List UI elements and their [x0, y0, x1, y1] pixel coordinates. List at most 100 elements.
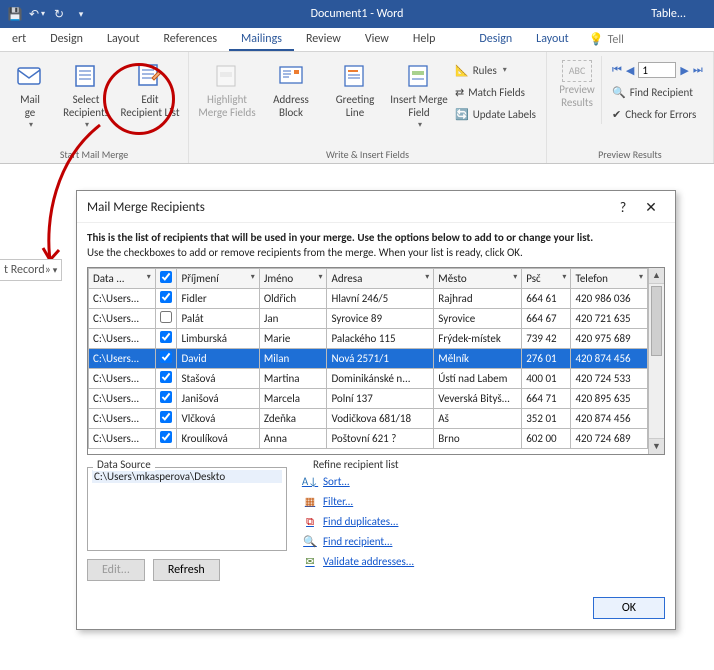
- row-checkbox[interactable]: [160, 311, 172, 323]
- col-adresa[interactable]: Adresa▾: [327, 268, 434, 288]
- row-checkbox[interactable]: [160, 291, 172, 303]
- scroll-down-icon[interactable]: ▼: [649, 438, 664, 454]
- ok-button[interactable]: OK: [593, 597, 665, 619]
- update-labels-label: Update Labels: [473, 108, 536, 121]
- save-icon[interactable]: 💾: [6, 5, 24, 23]
- refresh-button[interactable]: Refresh: [153, 559, 220, 581]
- validate-icon: ✉: [303, 555, 317, 569]
- prev-record-icon[interactable]: ◀: [626, 64, 634, 77]
- mail-merge-recipients-dialog: Mail Merge Recipients ? ✕ This is the li…: [76, 190, 676, 630]
- grid-scrollbar[interactable]: ▲ ▼: [648, 268, 664, 454]
- tell-me[interactable]: 💡 Tell: [581, 28, 632, 51]
- col-telefon[interactable]: Telefon▾: [571, 268, 648, 288]
- table-row[interactable]: C:\Users...VlčkováZdeňkaVodičkova 681/18…: [89, 408, 648, 428]
- edit-recipient-list-button[interactable]: Edit Recipient List: [118, 56, 182, 121]
- window-title: Document1 - Word: [311, 7, 404, 21]
- ribbon-tabs: ert Design Layout References Mailings Re…: [0, 28, 714, 52]
- address-block-button[interactable]: Address Block: [259, 56, 323, 121]
- redo-icon[interactable]: ↻: [50, 5, 68, 23]
- check-errors-icon: ✔: [612, 108, 621, 121]
- title-bar: 💾 ↶▾ ↻ ▾ Document1 - Word Table...: [0, 0, 714, 28]
- tab-design[interactable]: Design: [38, 28, 95, 51]
- scroll-up-icon[interactable]: ▲: [649, 268, 664, 284]
- col-mesto[interactable]: Město▾: [434, 268, 522, 288]
- edit-data-source-button[interactable]: Edit...: [87, 559, 145, 581]
- table-row[interactable]: C:\Users...StašováMartinaDominikánské n.…: [89, 368, 648, 388]
- dialog-titlebar: Mail Merge Recipients ? ✕: [77, 191, 675, 223]
- rules-icon: 📐: [455, 64, 469, 77]
- start-mail-merge-button[interactable]: Mail ge ▾: [6, 56, 54, 132]
- scroll-thumb[interactable]: [651, 286, 662, 356]
- close-button[interactable]: ✕: [637, 199, 665, 216]
- tab-references[interactable]: References: [151, 28, 229, 51]
- match-fields-button[interactable]: ⇄ Match Fields: [451, 82, 540, 102]
- first-record-icon[interactable]: ⏮: [612, 63, 622, 77]
- col-include-all[interactable]: [155, 268, 177, 288]
- chevron-down-icon: ▾: [83, 121, 89, 130]
- last-record-icon[interactable]: ⏭: [693, 63, 703, 77]
- col-prijmeni[interactable]: Příjmení▾: [177, 268, 259, 288]
- insert-merge-field-button[interactable]: Insert Merge Field ▾: [387, 56, 451, 132]
- select-recipients-label: Select Recipients: [63, 94, 109, 119]
- undo-icon[interactable]: ↶▾: [28, 5, 46, 23]
- col-data-source[interactable]: Data ...▾: [89, 268, 156, 288]
- table-row[interactable]: C:\Users...LimburskáMariePalackého 115Fr…: [89, 328, 648, 348]
- rules-button[interactable]: 📐 Rules ▾: [451, 60, 540, 80]
- row-checkbox[interactable]: [160, 331, 172, 343]
- table-row[interactable]: C:\Users...DavidMilanNová 2571/1Mělník27…: [89, 348, 648, 368]
- tab-table-design[interactable]: Design: [467, 28, 524, 51]
- row-checkbox[interactable]: [160, 351, 172, 363]
- lightbulb-icon: 💡: [589, 32, 604, 47]
- col-psc[interactable]: Psč▾: [522, 268, 571, 288]
- find-duplicates-link[interactable]: ⧉Find duplicates...: [303, 515, 665, 529]
- preview-results-button[interactable]: ABC Preview Results: [553, 56, 601, 111]
- filter-icon: ▦: [303, 495, 317, 509]
- previous-record-fragment[interactable]: t Record» ▾: [0, 259, 62, 281]
- select-recipients-button[interactable]: Select Recipients ▾: [54, 56, 118, 132]
- highlight-icon: [211, 60, 243, 92]
- sort-icon: A↓: [303, 475, 317, 489]
- rules-label: Rules: [473, 64, 497, 77]
- update-labels-button[interactable]: 🔄 Update Labels: [451, 104, 540, 124]
- validate-addresses-link[interactable]: ✉Validate addresses...: [303, 555, 665, 569]
- preview-results-label: Preview Results: [559, 84, 595, 109]
- next-record-icon[interactable]: ▶: [680, 64, 688, 77]
- check-errors-button[interactable]: ✔ Check for Errors: [608, 104, 707, 124]
- find-recipient-link[interactable]: 🔍Find recipient...: [303, 535, 665, 549]
- chevron-down-icon: ▾: [416, 121, 422, 130]
- header-checkbox[interactable]: [160, 271, 172, 283]
- group-start-mail-merge: Mail ge ▾ Select Recipients ▾ Edit Recip…: [0, 52, 189, 163]
- greeting-line-button[interactable]: Greeting Line: [323, 56, 387, 121]
- data-source-list[interactable]: C:\Users\mkasperova\Deskto: [87, 467, 287, 551]
- tab-mailings[interactable]: Mailings: [229, 28, 294, 51]
- row-checkbox[interactable]: [160, 411, 172, 423]
- tab-review[interactable]: Review: [294, 28, 353, 51]
- table-row[interactable]: C:\Users...KroulíkováAnnaPoštovní 621 ?B…: [89, 428, 648, 448]
- tab-table-layout[interactable]: Layout: [524, 28, 581, 51]
- row-checkbox[interactable]: [160, 391, 172, 403]
- row-checkbox[interactable]: [160, 431, 172, 443]
- highlight-merge-fields-button[interactable]: Highlight Merge Fields: [195, 56, 259, 121]
- edit-recipient-list-label: Edit Recipient List: [120, 94, 179, 119]
- qat-customize-icon[interactable]: ▾: [72, 5, 90, 23]
- col-jmeno[interactable]: Jméno▾: [259, 268, 327, 288]
- help-button[interactable]: ?: [609, 199, 637, 216]
- data-source-item[interactable]: C:\Users\mkasperova\Deskto: [92, 470, 282, 483]
- find-recipient-button[interactable]: 🔍 Find Recipient: [608, 82, 707, 102]
- filter-link[interactable]: ▦Filter...: [303, 495, 665, 509]
- group-preview-results: ABC Preview Results ⏮ ◀ ▶ ⏭ 🔍 Find Recip…: [547, 52, 714, 163]
- sort-link[interactable]: A↓Sort...: [303, 475, 665, 489]
- duplicates-icon: ⧉: [303, 515, 317, 529]
- table-row[interactable]: C:\Users...JanišováMarcelaPolní 137Vever…: [89, 388, 648, 408]
- record-number-input[interactable]: [638, 62, 676, 78]
- record-nav: ⏮ ◀ ▶ ⏭: [608, 60, 707, 80]
- refine-label: Refine recipient list: [309, 458, 403, 471]
- table-row[interactable]: C:\Users...FidlerOldřichHlavní 246/5Rajh…: [89, 288, 648, 308]
- greeting-line-icon: [339, 60, 371, 92]
- table-row[interactable]: C:\Users...PalátJanSyrovice 89Syrovice66…: [89, 308, 648, 328]
- tab-layout[interactable]: Layout: [95, 28, 152, 51]
- tab-view[interactable]: View: [353, 28, 401, 51]
- tab-help[interactable]: Help: [401, 28, 448, 51]
- tab-insert-partial[interactable]: ert: [0, 28, 38, 51]
- row-checkbox[interactable]: [160, 371, 172, 383]
